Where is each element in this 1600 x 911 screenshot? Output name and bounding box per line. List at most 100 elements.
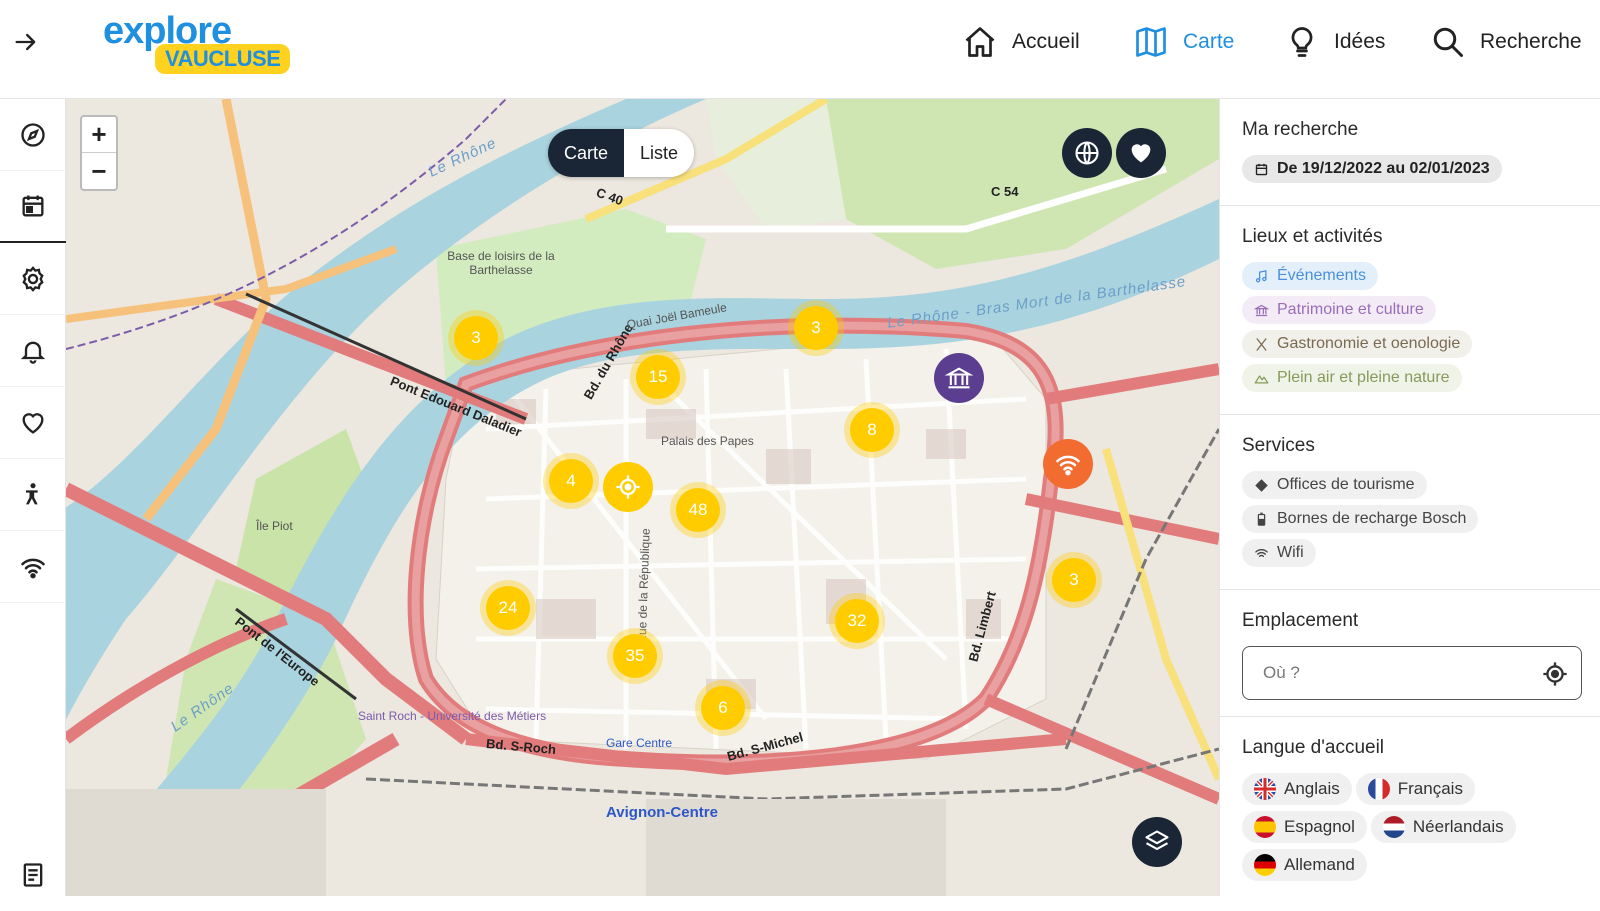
cluster-marker[interactable]: 15	[630, 349, 686, 405]
location-placeholder: Où ?	[1263, 663, 1300, 682]
rail-document[interactable]	[0, 839, 66, 911]
cluster-count: 35	[613, 634, 657, 678]
header: explore VAUCLUSE Accueil Carte Idées Rec…	[0, 0, 1600, 99]
nav-recherche[interactable]: Recherche	[1430, 20, 1582, 64]
rail-wifi[interactable]	[0, 531, 66, 603]
compass-icon	[21, 122, 45, 147]
locate-me-icon[interactable]	[1541, 660, 1569, 688]
layers-button[interactable]	[1132, 817, 1182, 867]
cluster-count: 4	[549, 459, 593, 503]
rail-settings[interactable]	[0, 243, 66, 315]
section-lieux: Lieux et activités Événements Patrimoine…	[1220, 206, 1600, 415]
calendar-icon	[22, 195, 44, 217]
language-button[interactable]	[1062, 128, 1112, 178]
chip-label: Plein air et pleine nature	[1277, 369, 1450, 386]
chip-lang-espagnol[interactable]: Espagnol	[1242, 811, 1367, 843]
nav-accueil-label: Accueil	[1012, 30, 1080, 53]
chip-lang-neerlandais[interactable]: Néerlandais	[1370, 811, 1516, 843]
accessibility-icon	[26, 482, 38, 504]
document-icon	[23, 863, 43, 887]
chip-evenements[interactable]: Événements	[1242, 262, 1378, 290]
chip-label: Wifi	[1277, 544, 1304, 561]
chip-lang-allemand[interactable]: Allemand	[1242, 849, 1367, 881]
search-icon	[1433, 27, 1463, 57]
section-langue: Langue d'accueil Anglais Français Espagn…	[1220, 717, 1600, 896]
netherlands-flag-icon	[1382, 816, 1405, 838]
wifi-icon	[1255, 548, 1268, 557]
poi-marker-wifi[interactable]	[1043, 439, 1093, 489]
cluster-count: 6	[701, 686, 745, 730]
map-label-station: Avignon-Centre	[606, 804, 718, 821]
map-label-base-loisirs: Base de loisirs de la Barthelasse	[447, 249, 555, 277]
calendar-icon	[1255, 163, 1268, 175]
section-title: Lieux et activités	[1242, 226, 1383, 247]
bell-icon	[20, 341, 46, 364]
favorites-button[interactable]	[1116, 128, 1166, 178]
cluster-marker[interactable]: 6	[695, 680, 751, 736]
chip-offices-tourisme[interactable]: Offices de tourisme	[1242, 471, 1427, 499]
cutlery-icon	[1256, 337, 1267, 351]
rail-calendar[interactable]	[0, 171, 66, 243]
nav-idees[interactable]: Idées	[1284, 20, 1385, 64]
cluster-count: 15	[636, 355, 680, 399]
heart-filled-icon	[1131, 144, 1151, 163]
zoom-in-button[interactable]: +	[82, 117, 116, 153]
chip-label: Espagnol	[1284, 817, 1355, 836]
chip-label: Anglais	[1284, 779, 1340, 798]
poi-marker-museum[interactable]	[934, 353, 984, 403]
section-services: Services Offices de tourisme Bornes de r…	[1220, 415, 1600, 590]
crosshair-icon	[616, 475, 640, 499]
cluster-marker[interactable]: 48	[670, 482, 726, 538]
globe-icon	[1075, 141, 1099, 165]
map-label-palais: Palais des Papes	[661, 434, 754, 448]
chip-lang-francais[interactable]: Français	[1355, 773, 1475, 805]
rail-favorites[interactable]	[0, 387, 66, 459]
heart-icon	[22, 412, 44, 434]
settings-icon	[22, 265, 44, 292]
cluster-marker[interactable]: 8	[844, 402, 900, 458]
chip-patrimoine[interactable]: Patrimoine et culture	[1242, 296, 1436, 324]
toggle-carte[interactable]: Carte	[548, 129, 625, 177]
cluster-marker[interactable]: 4	[543, 453, 599, 509]
poi-marker-location[interactable]	[603, 462, 653, 512]
wifi-icon	[21, 558, 45, 578]
cluster-marker[interactable]: 35	[607, 628, 663, 684]
chip-gastronomie[interactable]: Gastronomie et oenologie	[1242, 330, 1473, 358]
museum-icon	[945, 367, 973, 389]
rail-notifications[interactable]	[0, 315, 66, 387]
toggle-liste[interactable]: Liste	[624, 129, 695, 177]
expand-arrow-icon[interactable]	[12, 28, 40, 56]
chip-wifi[interactable]: Wifi	[1242, 539, 1316, 567]
location-input[interactable]: Où ?	[1242, 646, 1582, 700]
map-label-saint-roch: Saint Roch - Université des Métiers	[358, 709, 547, 723]
section-title: Ma recherche	[1242, 119, 1359, 140]
chip-label: Bornes de recharge Bosch	[1277, 510, 1467, 527]
chip-plein-air[interactable]: Plein air et pleine nature	[1242, 364, 1462, 392]
rail-accessibility[interactable]	[0, 459, 66, 531]
cluster-marker[interactable]: 3	[788, 300, 844, 356]
home-icon	[965, 27, 995, 57]
logo[interactable]: explore VAUCLUSE	[100, 10, 300, 76]
date-range-chip[interactable]: De 19/12/2022 au 02/01/2023	[1242, 155, 1502, 183]
cluster-marker[interactable]: 24	[480, 580, 536, 636]
section-emplacement: Emplacement Où ?	[1220, 590, 1600, 717]
chip-bornes-recharge[interactable]: Bornes de recharge Bosch	[1242, 505, 1479, 533]
nav-accueil[interactable]: Accueil	[962, 20, 1080, 64]
cluster-marker[interactable]: 32	[829, 593, 885, 649]
nav-idees-label: Idées	[1334, 30, 1386, 53]
map-label-c54: C 54	[991, 184, 1019, 199]
france-flag-icon	[1367, 778, 1390, 800]
cluster-count: 48	[676, 488, 720, 532]
museum-icon	[1254, 304, 1269, 316]
logo-badge-text: VAUCLUSE	[155, 44, 291, 74]
map-label-gare: Gare Centre	[606, 736, 673, 750]
cluster-count: 3	[454, 316, 498, 360]
cluster-marker[interactable]: 3	[1046, 552, 1102, 608]
rail-explore[interactable]	[0, 99, 66, 171]
chip-lang-anglais[interactable]: Anglais	[1242, 773, 1352, 805]
cluster-marker[interactable]: 3	[448, 310, 504, 366]
nav-carte[interactable]: Carte	[1133, 20, 1234, 64]
map-view[interactable]: Le Rhône Le Rhône - Bras Mort de la Bart…	[66, 99, 1219, 896]
cluster-count: 8	[850, 408, 894, 452]
zoom-out-button[interactable]: −	[82, 153, 116, 189]
